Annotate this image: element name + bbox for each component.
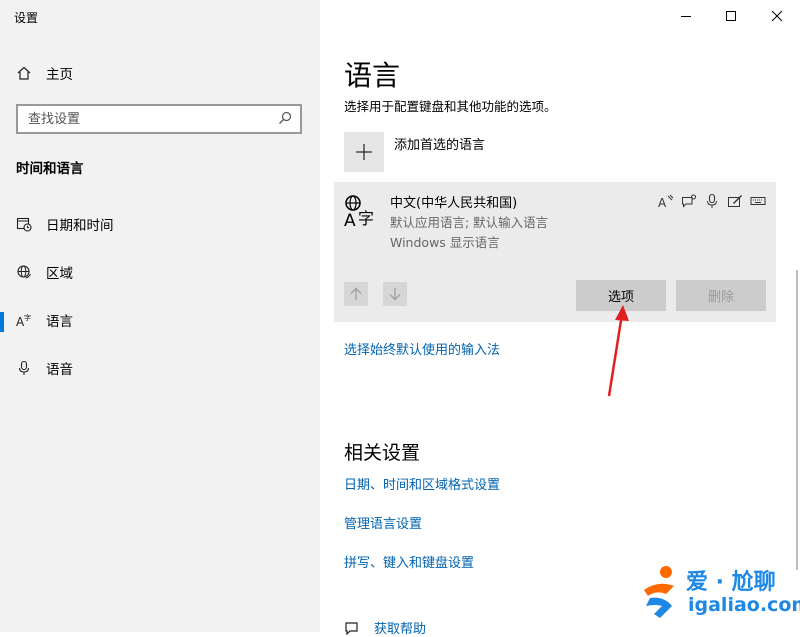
svg-text:字: 字 [24, 313, 31, 322]
language-name: 中文(中华人民共和国) [390, 196, 518, 211]
keyboard-icon [750, 193, 766, 209]
watermark-logo: 爱 · 尬聊 igaliao.com [636, 560, 800, 624]
get-help-label: 获取帮助 [374, 622, 427, 637]
sidebar-item-label: 区域 [46, 266, 73, 282]
close-icon [771, 10, 783, 22]
add-language-button[interactable] [344, 132, 384, 172]
home-icon [16, 65, 32, 81]
move-up-button[interactable] [344, 282, 368, 306]
svg-text:A: A [344, 211, 356, 228]
search-box[interactable] [16, 104, 302, 134]
maximize-button[interactable] [716, 4, 746, 28]
watermark-text: 爱 · 尬聊 [686, 570, 776, 595]
language-card[interactable]: A 字 中文(中华人民共和国) 默认应用语言; 默认输入语言 Windows 显… [334, 182, 776, 322]
scrollbar[interactable] [796, 270, 798, 570]
sidebar-item-label: 语言 [46, 314, 73, 330]
language-display-info: Windows 显示语言 [390, 235, 500, 250]
add-language-label[interactable]: 添加首选的语言 [394, 134, 485, 153]
annotation-arrow-icon [607, 305, 629, 397]
page-subtitle: 选择用于配置键盘和其他功能的选项。 [344, 99, 557, 114]
sidebar: 设置 主页 时间和语言 日期和时间 区域 A字 语言 语音 [0, 0, 320, 632]
plus-icon [356, 144, 372, 160]
minimize-button[interactable] [671, 4, 701, 28]
watermark-url: igaliao.com [688, 594, 800, 616]
page-title: 语言 [344, 59, 401, 92]
language-default-info: 默认应用语言; 默认输入语言 [390, 215, 549, 230]
sidebar-item-speech[interactable]: 语音 [16, 356, 73, 380]
related-link-manage-language[interactable]: 管理语言设置 [344, 513, 422, 532]
microphone-icon [704, 193, 720, 209]
svg-text:A: A [658, 196, 667, 209]
related-link-date-region-format[interactable]: 日期、时间和区域格式设置 [344, 474, 500, 493]
sidebar-item-home[interactable]: 主页 [16, 61, 73, 85]
get-help-link[interactable]: 获取帮助 [344, 618, 426, 637]
default-input-method-link[interactable]: 选择始终默认使用的输入法 [344, 339, 500, 358]
sidebar-item-label: 主页 [46, 67, 73, 83]
sidebar-item-label: 语音 [46, 362, 73, 378]
sidebar-item-language[interactable]: A字 语言 [16, 308, 73, 332]
section-heading: 时间和语言 [16, 161, 84, 177]
sidebar-item-date-time[interactable]: 日期和时间 [16, 212, 114, 236]
calendar-clock-icon [16, 216, 32, 232]
text-to-speech-icon: A [658, 193, 674, 209]
search-icon[interactable] [278, 110, 292, 129]
search-input[interactable] [26, 110, 278, 128]
move-down-button[interactable] [383, 282, 407, 306]
watermark-figure-icon [644, 566, 674, 618]
language-icon: A字 [16, 312, 32, 328]
window-title: 设置 [14, 11, 39, 25]
help-chat-icon [344, 621, 360, 635]
sidebar-item-region[interactable]: 区域 [16, 260, 73, 284]
globe-region-icon [16, 264, 32, 280]
active-indicator [0, 312, 4, 332]
handwriting-icon [727, 193, 743, 209]
svg-text:字: 字 [358, 209, 374, 228]
remove-button[interactable]: 删除 [676, 280, 766, 311]
language-glyph-icon: A 字 [344, 195, 374, 228]
arrow-up-icon [350, 287, 362, 300]
speech-bubble-icon [681, 193, 697, 209]
sidebar-item-label: 日期和时间 [46, 218, 114, 234]
microphone-icon [16, 360, 32, 376]
close-button[interactable] [762, 4, 792, 28]
minimize-icon [681, 16, 691, 17]
arrow-down-icon [389, 288, 401, 301]
related-settings-title: 相关设置 [344, 442, 421, 464]
maximize-icon [726, 11, 736, 21]
related-link-spelling-typing-keyboard[interactable]: 拼写、键入和键盘设置 [344, 552, 474, 571]
